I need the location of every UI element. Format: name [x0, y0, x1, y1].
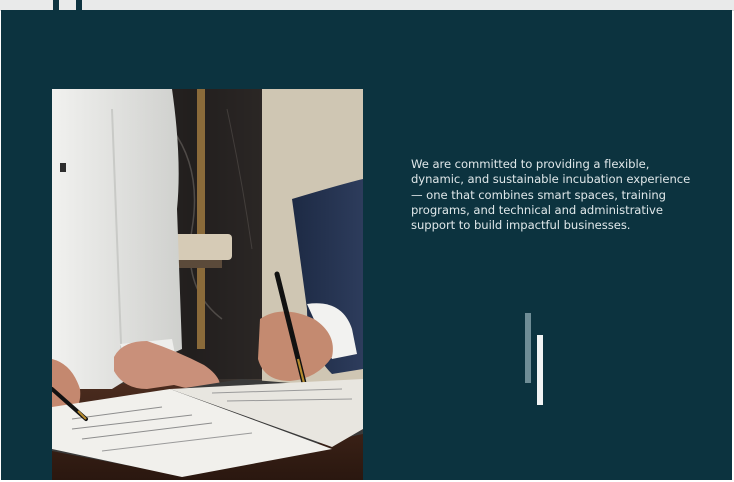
- decorative-bar-light: [537, 335, 543, 405]
- contract-signing-illustration: [52, 89, 363, 480]
- top-mark-right: [76, 0, 82, 10]
- contract-signing-photo: [52, 89, 363, 480]
- decorative-bar-dim: [525, 313, 531, 383]
- top-mark-left: [53, 0, 59, 10]
- page: We are committed to providing a flexible…: [0, 0, 734, 482]
- mission-statement: We are committed to providing a flexible…: [411, 157, 691, 233]
